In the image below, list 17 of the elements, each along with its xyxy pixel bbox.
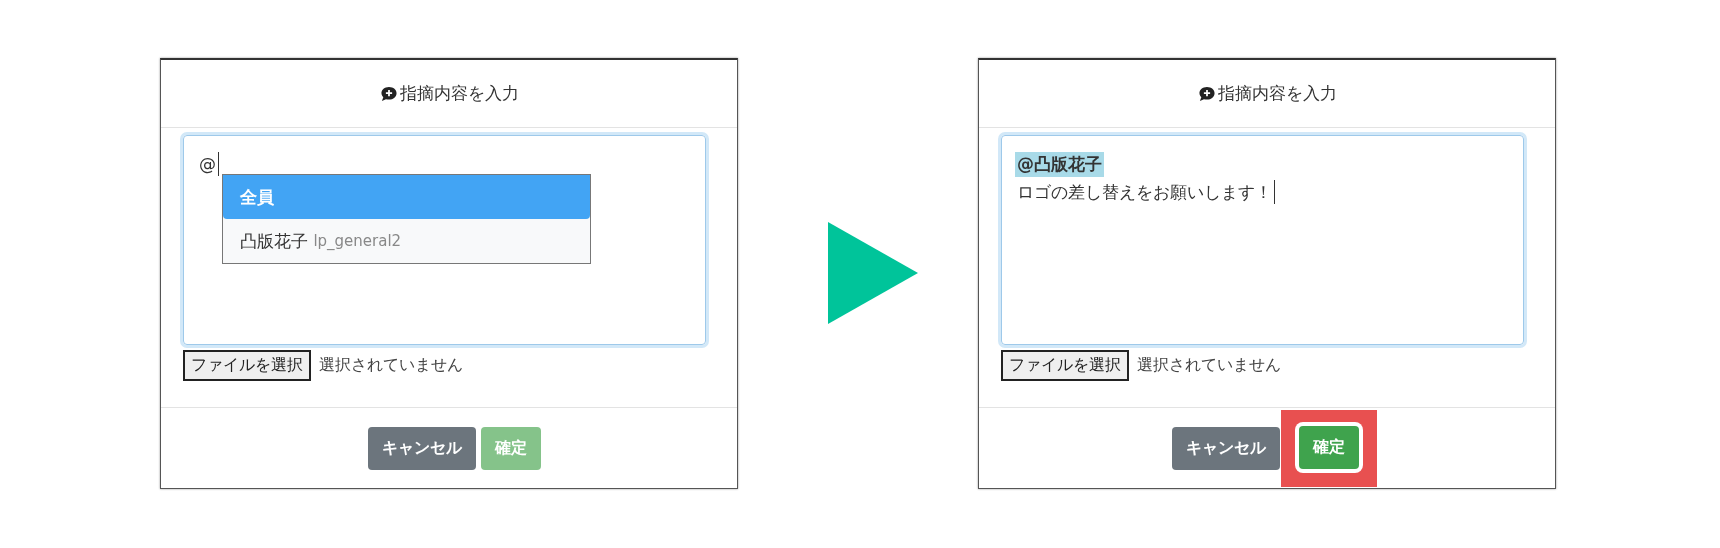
cancel-button[interactable]: キャンセル	[367, 426, 476, 470]
comment-field[interactable]: @凸版花子 ロゴの差し替えをお願いします！	[1001, 135, 1524, 345]
comment-text: ロゴの差し替えをお願いします！	[1017, 180, 1272, 204]
comment-plus-icon	[379, 85, 398, 102]
file-status: 選択されていません	[1137, 355, 1281, 376]
dialog-title: 指摘内容を入力	[1217, 82, 1337, 105]
comment-field[interactable]: @ 全員 凸版花子 lp_general2	[183, 135, 706, 345]
file-status: 選択されていません	[319, 355, 463, 376]
play-arrow-icon	[828, 222, 918, 324]
mention-option[interactable]: 凸版花子 lp_general2	[223, 219, 590, 263]
mention-tag: @凸版花子	[1015, 151, 1104, 177]
cancel-button[interactable]: キャンセル	[1171, 426, 1280, 470]
dialog-title: 指摘内容を入力	[399, 82, 519, 105]
comment-plus-icon	[1197, 85, 1216, 102]
choose-file-button[interactable]: ファイルを選択	[1001, 350, 1129, 381]
choose-file-button[interactable]: ファイルを選択	[183, 350, 311, 381]
comment-text: @	[199, 154, 216, 174]
